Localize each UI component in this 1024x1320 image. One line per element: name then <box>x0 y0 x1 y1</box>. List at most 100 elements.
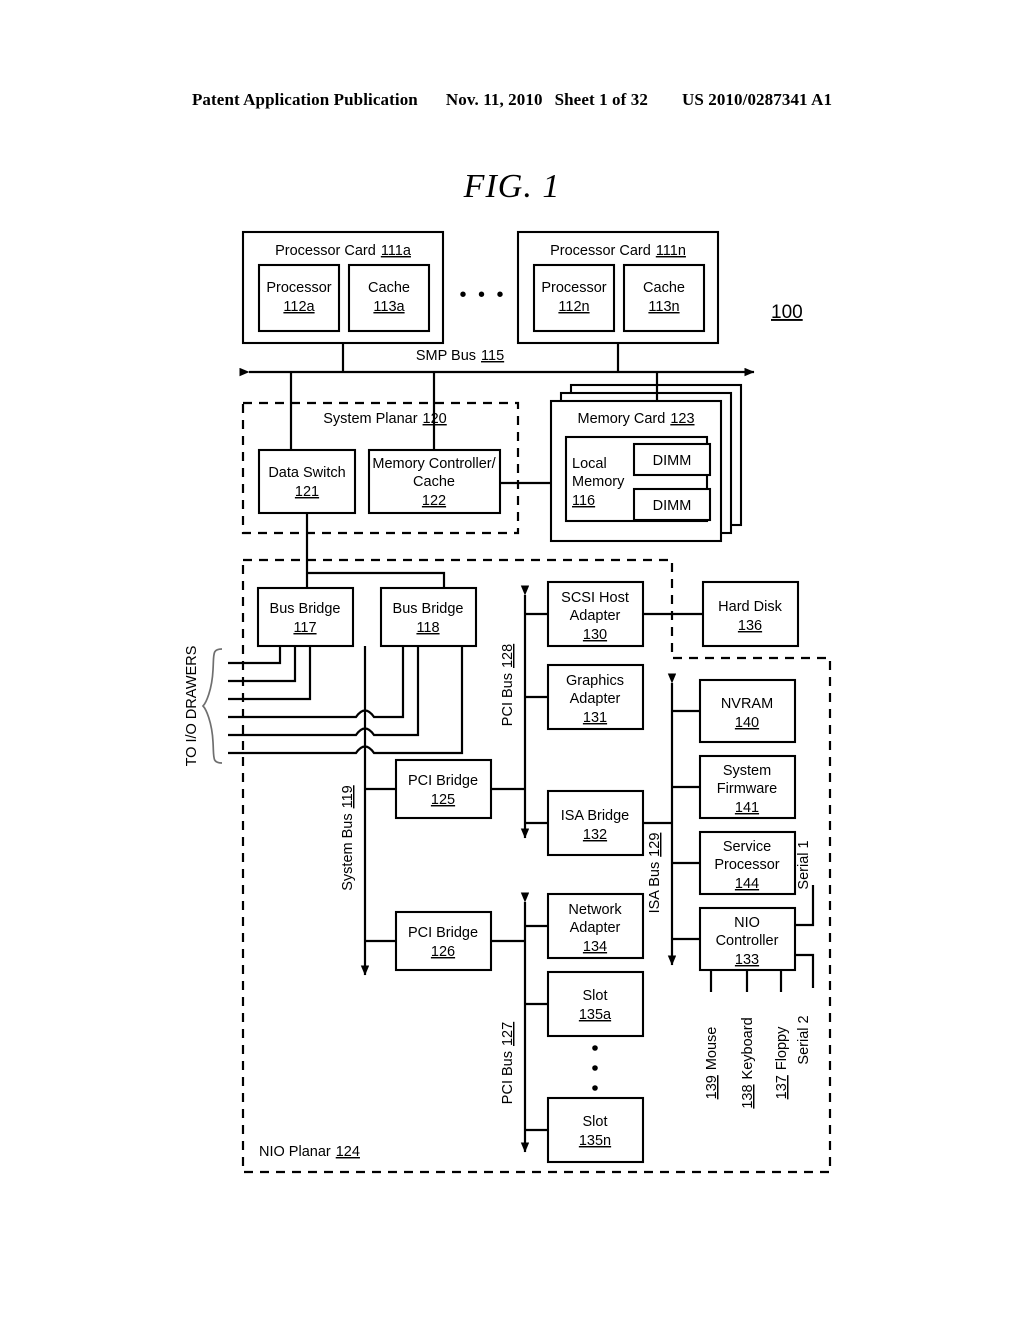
serial-1-port: Serial 1 <box>795 840 815 927</box>
memory-controller-line2: Cache <box>413 474 455 490</box>
pci-bridge-126-ref: 126 <box>431 944 455 960</box>
smp-bus-label: SMP Bus 115 <box>416 348 504 364</box>
slot-135a: Slot 135a <box>525 970 645 1038</box>
isa-bus-129-label: ISA Bus129 <box>647 833 663 914</box>
cache-113a-ref: 113a <box>373 299 405 315</box>
serial-1-label: Serial 1 <box>796 840 812 889</box>
network-adapter-134: Network Adapter 134 <box>525 892 645 960</box>
system-firmware-ref: 141 <box>735 800 759 816</box>
processor-card-111a-title: Processor Card 111a <box>275 243 412 259</box>
dimm-2: DIMM <box>632 487 712 522</box>
floppy-label: 137Floppy <box>774 1026 790 1099</box>
figure-1-block-diagram: 100 Processor Card 111a Processor 112a Ca… <box>184 230 832 1174</box>
processor-112a-ref: 112a <box>283 299 315 315</box>
graphics-line2: Adapter <box>570 691 621 707</box>
processor-card-111a: Processor Card 111a Processor 112a Cache … <box>241 230 445 345</box>
pci-bus-127: PCI Bus127 <box>500 892 530 1153</box>
bus-bridge-117-ref: 117 <box>293 620 316 636</box>
pci-bridge-125-ref: 125 <box>431 792 455 808</box>
io-drawers-brace <box>201 648 223 764</box>
nvram-140: NVRAM 140 <box>672 678 797 744</box>
service-processor-line2: Processor <box>714 857 779 873</box>
hard-disk-136: Hard Disk 136 <box>701 580 800 648</box>
processor-card-111n-title: Processor Card 111n <box>550 243 686 259</box>
processor-112n-ref: 112n <box>558 299 589 315</box>
dimm-1: DIMM <box>632 442 712 477</box>
io-drawer-lines <box>228 646 464 755</box>
service-processor-144: Service Processor 144 <box>672 830 797 896</box>
mouse-label: 139Mouse <box>704 1027 720 1100</box>
processor-card-ellipsis: • • • <box>459 284 506 306</box>
graphics-line1: Graphics <box>566 673 624 689</box>
slot-135n-label: Slot <box>583 1114 608 1130</box>
memory-controller-ref: 122 <box>422 493 446 509</box>
dimm-1-label: DIMM <box>653 453 692 469</box>
graphics-adapter-131: Graphics Adapter 131 <box>525 663 645 731</box>
scsi-host-ref: 130 <box>583 627 607 643</box>
service-processor-line1: Service <box>723 839 771 855</box>
memory-controller-line1: Memory Controller/ <box>372 456 496 472</box>
isa-bridge-label: ISA Bridge <box>561 808 630 824</box>
pci-bus-127-label: PCI Bus127 <box>500 1022 516 1104</box>
bus-bridge-117-label: Bus Bridge <box>270 601 341 617</box>
mouse-port: 139Mouse <box>704 970 720 1099</box>
floppy-port: 137Floppy <box>774 970 790 1099</box>
hard-disk-label: Hard Disk <box>718 599 782 615</box>
slot-135a-ref: 135a <box>579 1007 612 1023</box>
memory-card-title: Memory Card 123 <box>577 411 694 427</box>
system-firmware-141: System Firmware 141 <box>672 754 797 820</box>
patent-figure-page: Patent Application Publication Nov. 11, 2… <box>0 0 1024 1320</box>
pci-bridge-126: PCI Bridge 126 <box>365 910 525 972</box>
data-switch-label: Data Switch <box>268 465 345 481</box>
network-ref: 134 <box>583 939 607 955</box>
isa-bridge-ref: 132 <box>583 827 607 843</box>
cache-113a: Cache 113a <box>347 263 431 333</box>
processor-112n: Processor 112n <box>532 263 616 333</box>
nvram-ref: 140 <box>735 715 759 731</box>
scsi-host-line2: Adapter <box>570 608 621 624</box>
nio-controller-line1: NIO <box>734 915 760 931</box>
cache-113n: Cache 113n <box>622 263 706 333</box>
keyboard-label: 138Keyboard <box>740 1017 756 1108</box>
scsi-host-line1: SCSI Host <box>561 590 629 606</box>
system-planar-label: System Planar 120 <box>323 411 447 427</box>
cache-113a-label: Cache <box>368 280 410 296</box>
slot-ellipsis <box>592 1045 598 1091</box>
system-bus-119: System Bus119 <box>340 646 370 976</box>
service-processor-ref: 144 <box>735 876 759 892</box>
data-switch-121: Data Switch 121 <box>257 372 357 560</box>
nio-planar-label: NIO Planar 124 <box>259 1144 360 1160</box>
pci-bridge-125-label: PCI Bridge <box>408 773 478 789</box>
keyboard-port: 138Keyboard <box>740 970 756 1109</box>
bus-bridge-117: Bus Bridge 117 <box>256 586 355 648</box>
serial-2-label: Serial 2 <box>796 1015 812 1064</box>
serial-2-port: Serial 2 <box>795 953 815 1065</box>
bus-bridge-118: Bus Bridge 118 <box>379 586 478 648</box>
nio-controller-133: NIO Controller 133 <box>672 906 797 972</box>
io-drawers-label: TO I/O DRAWERS <box>184 646 200 767</box>
processor-card-111n: Processor Card 111n Processor 112n Cache … <box>516 230 720 345</box>
dimm-2-label: DIMM <box>653 498 692 514</box>
smp-bus-115: SMP Bus 115 <box>239 343 755 377</box>
hard-disk-ref: 136 <box>738 618 762 634</box>
memory-controller-cache-122: Memory Controller/ Cache 122 <box>367 372 566 515</box>
data-switch-ref: 121 <box>295 484 319 500</box>
pci-bridge-125: PCI Bridge 125 <box>365 758 525 820</box>
bus-bridge-118-label: Bus Bridge <box>393 601 464 617</box>
network-line2: Adapter <box>570 920 621 936</box>
scsi-host-adapter-130: SCSI Host Adapter 130 <box>525 580 703 648</box>
system-ref-100: 100 <box>771 302 803 323</box>
network-line1: Network <box>568 902 622 918</box>
slot-135n: Slot 135n <box>525 1096 645 1164</box>
slot-135a-label: Slot <box>583 988 608 1004</box>
slot-135n-ref: 135n <box>579 1133 611 1149</box>
pci-bus-128: PCI Bus128 <box>500 585 530 839</box>
graphics-ref: 131 <box>583 710 607 726</box>
system-bus-label: System Bus119 <box>340 785 356 890</box>
pci-bus-128-label: PCI Bus128 <box>500 644 516 726</box>
pci-bridge-126-label: PCI Bridge <box>408 925 478 941</box>
processor-112a-label: Processor <box>266 280 331 296</box>
processor-112n-label: Processor <box>541 280 606 296</box>
local-memory-line2: Memory <box>572 474 625 490</box>
local-memory-ref: 116 <box>572 493 595 509</box>
